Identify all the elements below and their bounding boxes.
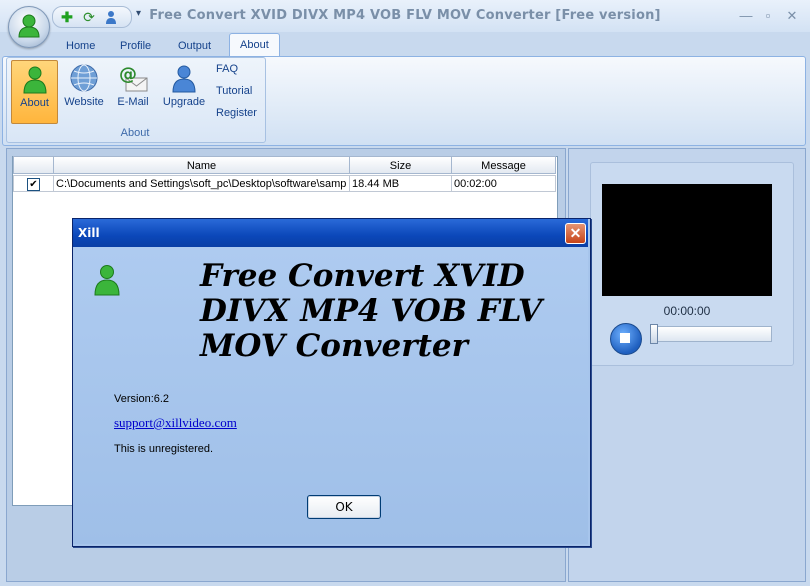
email-ribbon-button[interactable]: @ E-Mail	[111, 60, 155, 122]
table-row-size: 18.44 MB	[349, 175, 452, 192]
dialog-title: Xill	[78, 226, 100, 240]
website-ribbon-label: Website	[64, 96, 104, 108]
seek-slider-handle[interactable]	[650, 324, 658, 344]
application-menu-button[interactable]	[8, 6, 50, 48]
window-title: Free Convert XVID DIVX MP4 VOB FLV MOV C…	[149, 8, 661, 23]
support-email-link[interactable]: support@xillvideo.com	[114, 415, 237, 431]
tab-about[interactable]: About	[229, 33, 280, 57]
dialog-title-bar	[73, 219, 588, 247]
globe-icon	[70, 64, 98, 92]
user-blue-icon	[172, 65, 196, 93]
email-icon: @	[119, 64, 148, 92]
ok-button[interactable]: OK	[307, 495, 381, 519]
table-row-name[interactable]: C:\Documents and Settings\soft_pc\Deskto…	[53, 175, 350, 192]
user-green-icon	[22, 66, 47, 94]
maximize-button[interactable]: ▫	[758, 8, 778, 24]
row-checkbox[interactable]: ✔	[27, 178, 40, 191]
about-ribbon-label: About	[20, 97, 49, 109]
close-button[interactable]: ✕	[782, 8, 802, 24]
svg-text:@: @	[119, 64, 137, 85]
app-user-icon	[18, 14, 40, 38]
faq-link[interactable]: FAQ	[216, 63, 238, 75]
email-ribbon-label: E-Mail	[117, 96, 149, 108]
tab-home[interactable]: Home	[58, 36, 103, 56]
registration-status: This is unregistered.	[114, 443, 214, 455]
name-column-header[interactable]: Name	[53, 156, 350, 174]
tab-profile[interactable]: Profile	[112, 36, 159, 56]
checkbox-column-header[interactable]	[13, 156, 54, 174]
dialog-version: Version:6.2	[114, 393, 170, 405]
minimize-button[interactable]: —	[736, 8, 756, 24]
dialog-product-name: Free Convert XVID DIVX MP4 VOB FLV MOV C…	[200, 258, 542, 364]
about-ribbon-button[interactable]: About	[11, 60, 58, 124]
seek-slider[interactable]	[650, 326, 772, 342]
tab-output[interactable]: Output	[170, 36, 219, 56]
timecode-display: 00:00:00	[663, 304, 711, 318]
user-green-icon	[94, 265, 120, 296]
stop-icon	[620, 333, 630, 343]
message-column-header[interactable]: Message	[451, 156, 556, 174]
upgrade-ribbon-button[interactable]: Upgrade	[160, 60, 208, 122]
table-row-message: 00:02:00	[451, 175, 556, 192]
dialog-close-button[interactable]: ✕	[565, 223, 586, 244]
tutorial-link[interactable]: Tutorial	[216, 85, 252, 97]
size-column-header[interactable]: Size	[349, 156, 452, 174]
register-link[interactable]: Register	[216, 107, 257, 119]
website-ribbon-button[interactable]: Website	[61, 60, 107, 122]
ribbon-group-label: About	[120, 127, 150, 139]
upgrade-ribbon-label: Upgrade	[162, 96, 206, 108]
video-preview-screen	[602, 184, 772, 296]
